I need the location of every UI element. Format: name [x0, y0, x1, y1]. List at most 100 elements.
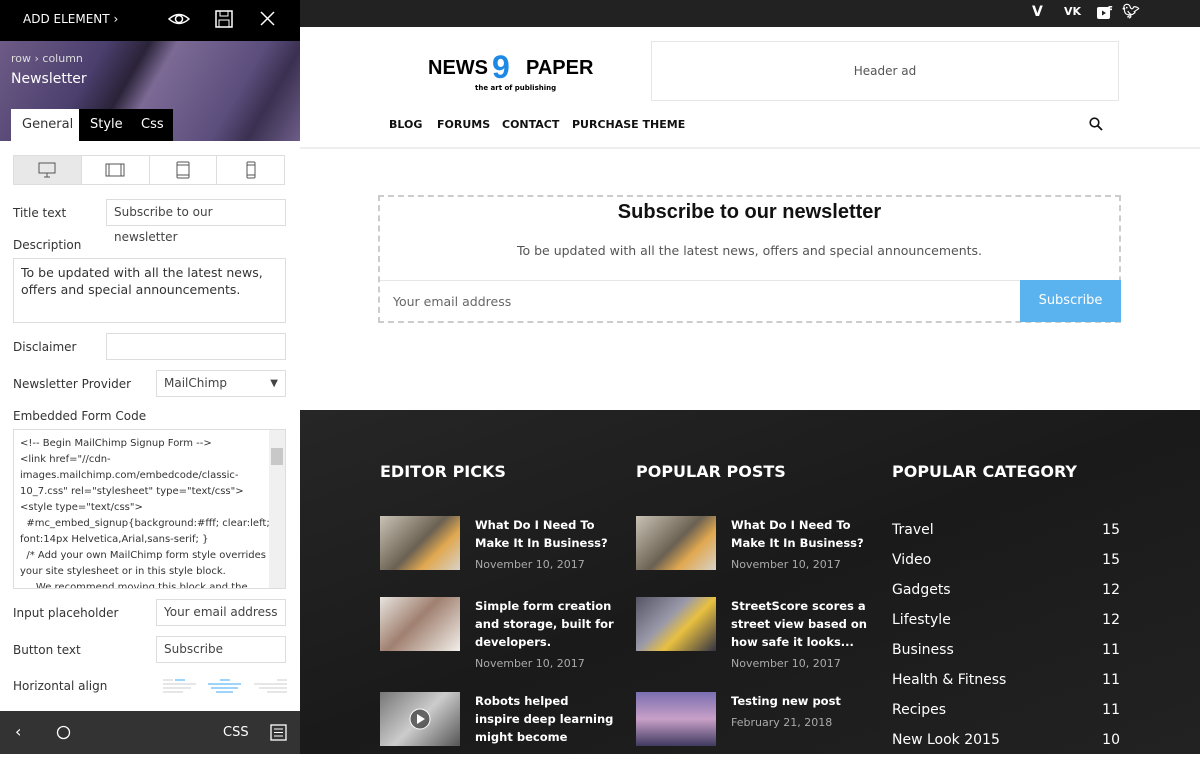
category-name[interactable]: Video [892, 552, 931, 568]
nav-purchase-theme[interactable]: PURCHASE THEME [572, 118, 685, 131]
category-name[interactable]: Gadgets [892, 582, 951, 598]
nav-blog[interactable]: BLOG [389, 118, 422, 131]
tab-style[interactable]: Style [79, 109, 134, 141]
nav-forums[interactable]: FORUMS [437, 118, 490, 131]
close-icon[interactable] [260, 11, 275, 26]
back-icon[interactable]: ‹ [15, 722, 21, 741]
category-item[interactable]: Recipes 11 [892, 702, 1120, 718]
post-item[interactable]: Testing new post February 21, 2018 [636, 692, 876, 762]
scrollbar[interactable] [269, 430, 285, 588]
post-title[interactable]: What Do I Need To Make It In Business? [731, 516, 871, 552]
category-item[interactable]: New Look 2015 10 [892, 732, 1120, 748]
category-count: 15 [1102, 552, 1120, 568]
nav-contact[interactable]: CONTACT [502, 118, 559, 131]
save-icon[interactable] [215, 10, 233, 28]
header-ad[interactable]: Header ad [651, 41, 1119, 101]
breadcrumb[interactable]: row › column [11, 52, 83, 65]
tab-css[interactable]: Css [130, 109, 173, 141]
button-text-input[interactable]: Subscribe [156, 636, 286, 663]
tablet-portrait-icon [176, 161, 190, 179]
code-line: <style type="text/css"> [20, 502, 143, 513]
play-icon[interactable] [409, 708, 431, 730]
tablet-landscape-icon [105, 163, 125, 177]
title-text-label: Title text [13, 206, 67, 220]
logo[interactable]: NEWS 9 PAPER the art of publishing [428, 49, 598, 95]
tablet-portrait-button[interactable] [150, 156, 218, 184]
code-line: /* Add your own MailChimp form style ove… [20, 550, 279, 561]
tablet-landscape-button[interactable] [82, 156, 150, 184]
post-title[interactable]: Simple form creation and storage, built … [475, 597, 615, 651]
logo-tagline: the art of publishing [475, 84, 557, 92]
post-item[interactable]: What Do I Need To Make It In Business? No… [380, 516, 620, 586]
vimeo-icon[interactable]: V [1032, 4, 1043, 20]
provider-select[interactable]: MailChimp ▼ [156, 370, 286, 397]
category-name[interactable]: Travel [892, 522, 934, 538]
disclaimer-label: Disclaimer [13, 340, 77, 354]
post-date: November 10, 2017 [731, 558, 841, 571]
post-thumbnail[interactable] [380, 692, 460, 746]
input-placeholder-input[interactable]: Your email address [156, 599, 286, 626]
category-item[interactable]: Business 11 [892, 642, 1120, 658]
add-element-button[interactable]: ADD ELEMENT › [23, 12, 118, 26]
post-item[interactable]: StreetScore scores a street view based o… [636, 597, 876, 670]
title-text-input[interactable]: Subscribe to our newsletter [106, 199, 286, 244]
css-button[interactable]: CSS [223, 725, 249, 740]
newsletter-block[interactable]: Subscribe to our newsletter To be update… [378, 195, 1121, 323]
dropdown-arrow-icon: ▼ [270, 378, 278, 389]
circle-icon[interactable] [56, 725, 71, 740]
code-line: 10_7.css" rel="stylesheet" type="text/cs… [20, 486, 244, 497]
post-title[interactable]: Robots helped inspire deep learning migh… [475, 692, 615, 746]
embed-code-textarea[interactable]: <!-- Begin MailChimp Signup Form --> <li… [13, 429, 286, 589]
category-name[interactable]: Health & Fitness [892, 672, 1006, 688]
post-title[interactable]: Testing new post [731, 692, 871, 710]
align-right-icon[interactable] [254, 679, 287, 693]
newsletter-email-input[interactable]: Your email address [380, 280, 1021, 322]
code-line: <!-- Begin MailChimp Signup Form --> [20, 438, 212, 449]
post-thumbnail[interactable] [380, 597, 460, 651]
vk-icon[interactable]: VK [1064, 5, 1081, 18]
post-title[interactable]: StreetScore scores a street view based o… [731, 597, 871, 651]
twitter-icon[interactable]: 🐦︎ [1122, 4, 1140, 20]
phone-button[interactable] [217, 156, 284, 184]
subscribe-button[interactable]: Subscribe [1020, 280, 1121, 322]
post-thumbnail[interactable] [636, 516, 716, 570]
category-name[interactable]: Business [892, 642, 954, 658]
align-center-icon[interactable] [175, 679, 241, 693]
post-item[interactable]: What Do I Need To Make It In Business? No… [636, 516, 876, 586]
post-thumbnail[interactable] [636, 692, 716, 746]
category-item[interactable]: Lifestyle 12 [892, 612, 1120, 628]
horizontal-align-label: Horizontal align [13, 679, 108, 693]
code-line: font:14px Helvetica,Arial,sans-serif; } [20, 534, 209, 545]
category-item[interactable]: Health & Fitness 11 [892, 672, 1120, 688]
description-textarea[interactable]: To be updated with all the latest news, … [13, 258, 286, 323]
tab-general[interactable]: General [11, 109, 85, 141]
post-thumbnail[interactable] [380, 516, 460, 570]
post-thumbnail[interactable] [636, 597, 716, 651]
category-item[interactable]: Gadgets 12 [892, 582, 1120, 598]
post-item[interactable]: Simple form creation and storage, built … [380, 597, 620, 670]
post-title[interactable]: What Do I Need To Make It In Business? [475, 516, 615, 552]
align-left-icon[interactable] [163, 679, 196, 693]
post-date: November 10, 2017 [475, 657, 585, 670]
search-icon[interactable] [1089, 117, 1103, 131]
desktop-device-button[interactable] [14, 156, 82, 184]
editor-picks-heading: EDITOR PICKS [380, 462, 506, 481]
category-count: 11 [1102, 672, 1120, 688]
category-item[interactable]: Video 15 [892, 552, 1120, 568]
category-name[interactable]: New Look 2015 [892, 732, 1000, 748]
post-item[interactable]: Robots helped inspire deep learning migh… [380, 692, 620, 762]
site-footer: EDITOR PICKS POPULAR POSTS POPULAR CATEG… [300, 410, 1200, 754]
logo-text: NEWS [428, 57, 488, 79]
disclaimer-input[interactable] [106, 333, 286, 360]
element-title: Newsletter [11, 71, 87, 87]
category-item[interactable]: Travel 15 [892, 522, 1120, 538]
sidebar-header: row › column Newsletter General Style Cs… [0, 41, 300, 141]
category-name[interactable]: Lifestyle [892, 612, 951, 628]
code-line: your site stylesheet or in this style bl… [20, 566, 226, 577]
category-count: 15 [1102, 522, 1120, 538]
youtube-icon[interactable] [1097, 7, 1110, 19]
popular-posts-heading: POPULAR POSTS [636, 462, 786, 481]
eye-icon[interactable] [168, 10, 190, 28]
menu-list-icon[interactable] [270, 724, 287, 741]
category-name[interactable]: Recipes [892, 702, 946, 718]
